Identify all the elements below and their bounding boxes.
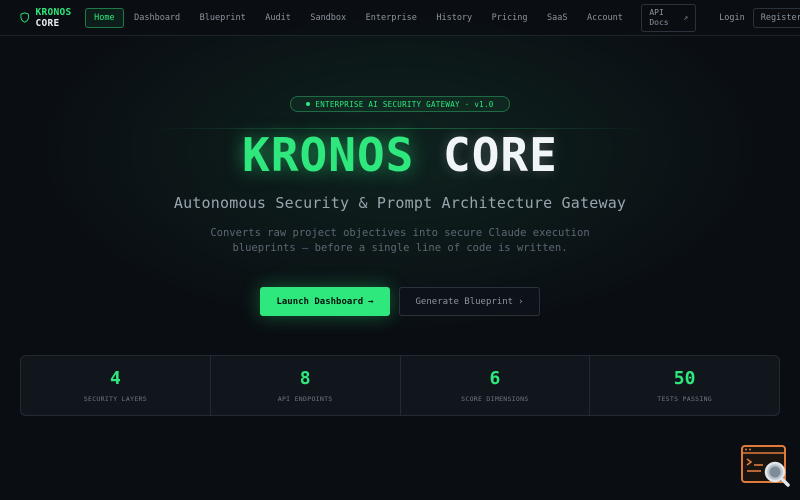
login-link[interactable]: Login xyxy=(719,13,745,23)
terminal-search-widget[interactable] xyxy=(741,445,790,487)
api-docs-link[interactable]: API Docs ↗ xyxy=(641,3,697,32)
stats-panel: 4 SECURITY LAYERS 8 API ENDPOINTS 6 SCOR… xyxy=(20,355,780,416)
hero-badge-text: ENTERPRISE AI SECURITY GATEWAY · v1.0 xyxy=(315,99,494,109)
nav-history[interactable]: History xyxy=(427,8,481,28)
stat-value: 6 xyxy=(489,368,501,389)
stat-label: API ENDPOINTS xyxy=(277,395,333,403)
stat-api-endpoints: 8 API ENDPOINTS xyxy=(211,356,401,415)
chevron-right-icon: › xyxy=(518,296,524,307)
hero-description: Converts raw project objectives into sec… xyxy=(200,226,600,256)
nav-sandbox[interactable]: Sandbox xyxy=(301,8,355,28)
hero-title-kronos: KRONOS xyxy=(242,128,415,182)
terminal-search-icon xyxy=(741,445,790,487)
status-dot-icon xyxy=(306,102,311,106)
stat-label: TESTS PASSING xyxy=(657,395,713,403)
arrow-right-icon: → xyxy=(368,296,374,307)
stat-value: 4 xyxy=(109,368,121,389)
brand-logo[interactable]: KRONOS CORE xyxy=(20,7,77,29)
brand-name: KRONOS CORE xyxy=(35,7,77,29)
nav-enterprise[interactable]: Enterprise xyxy=(357,8,426,28)
stat-score-dimensions: 6 SCORE DIMENSIONS xyxy=(401,356,591,415)
nav-dashboard[interactable]: Dashboard xyxy=(125,8,189,28)
shield-icon xyxy=(20,12,29,23)
generate-blueprint-button[interactable]: Generate Blueprint › xyxy=(399,287,540,316)
nav-blueprint[interactable]: Blueprint xyxy=(191,8,255,28)
nav-account[interactable]: Account xyxy=(578,8,632,28)
brand-name-core: CORE xyxy=(35,17,60,29)
top-nav: KRONOS CORE Home Dashboard Blueprint Aud… xyxy=(0,0,800,36)
stat-label: SCORE DIMENSIONS xyxy=(461,395,529,403)
hero-subtitle: Autonomous Security & Prompt Architectur… xyxy=(173,194,627,212)
nav-audit[interactable]: Audit xyxy=(256,8,300,28)
nav-pricing[interactable]: Pricing xyxy=(483,8,537,28)
stat-tests-passing: 50 TESTS PASSING xyxy=(590,356,779,415)
nav-saas[interactable]: SaaS xyxy=(538,8,576,28)
hero-title: KRONOS CORE xyxy=(0,128,800,182)
launch-dashboard-button[interactable]: Launch Dashboard → xyxy=(260,287,390,316)
generate-blueprint-label: Generate Blueprint xyxy=(415,296,514,307)
launch-dashboard-label: Launch Dashboard xyxy=(276,296,364,307)
api-docs-label: API Docs xyxy=(649,7,669,27)
nav-home[interactable]: Home xyxy=(85,7,124,28)
hero-description-line-1: Converts raw project objectives into sec… xyxy=(210,227,590,239)
register-button[interactable]: Register xyxy=(752,7,800,28)
stat-value: 8 xyxy=(299,368,311,389)
nav-links: Home Dashboard Blueprint Audit Sandbox E… xyxy=(85,7,633,28)
stat-value: 50 xyxy=(673,368,696,389)
brand-name-kronos: KRONOS xyxy=(35,6,72,18)
stat-label: SECURITY LAYERS xyxy=(83,395,147,403)
hero-badge: ENTERPRISE AI SECURITY GATEWAY · v1.0 xyxy=(290,96,510,112)
hero-description-line-2: blueprints — before a single line of cod… xyxy=(232,242,568,254)
stat-security-layers: 4 SECURITY LAYERS xyxy=(21,356,211,415)
hero-title-core: CORE xyxy=(443,128,558,182)
external-link-icon: ↗ xyxy=(683,12,689,22)
